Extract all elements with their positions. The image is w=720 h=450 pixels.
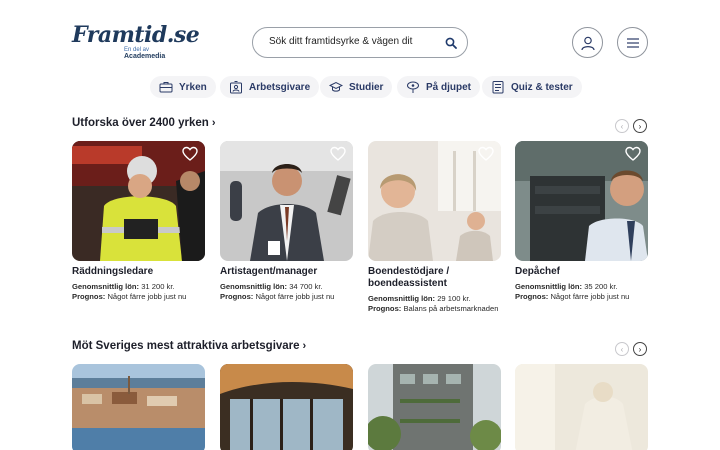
career-title: Depåchef [515,266,561,277]
career-image [515,141,648,261]
chevron-right-icon: › [638,121,642,131]
career-title: Räddningsledare [72,266,154,277]
salary-label: Genomsnittlig lön: [515,282,583,291]
carousel-prev-button[interactable]: ‹ [615,119,629,133]
menu-button[interactable] [617,27,648,58]
search-input[interactable] [269,36,439,47]
heart-icon[interactable] [182,146,198,162]
employer-card-image[interactable] [515,364,648,450]
career-card[interactable]: Depåchef Genomsnittlig lön: 35 200 kr. P… [515,141,648,302]
heart-icon[interactable] [330,146,346,162]
heart-icon[interactable] [625,146,641,162]
career-card[interactable]: Artistagent/manager Genomsnittlig lön: 3… [220,141,353,302]
graduation-cap-icon [329,81,343,92]
salary-value: 35 200 kr. [584,282,618,291]
salary-value: 29 100 kr. [437,294,471,303]
career-card[interactable]: Boendestödjare / boendeassistent Genomsn… [368,141,501,314]
user-icon [580,36,595,50]
salary-value: 34 700 kr. [289,282,323,291]
prognos-label: Prognos: [368,304,402,313]
career-description: Genomsnittlig lön: 34 700 kr. Prognos: N… [220,282,353,302]
career-card[interactable]: Räddningsledare Genomsnittlig lön: 31 20… [72,141,205,302]
site-logo[interactable]: Framtid.se En del av Academedia [72,22,200,62]
insight-icon [407,81,419,93]
career-description: Genomsnittlig lön: 31 200 kr. Prognos: N… [72,282,205,302]
salary-value: 31 200 kr. [141,282,175,291]
career-description: Genomsnittlig lön: 29 100 kr. Prognos: B… [368,294,501,314]
prognos-value: Något färre jobb just nu [107,292,187,301]
section-title-text: Utforska över 2400 yrken [72,117,209,129]
chevron-right-icon: › [302,340,307,352]
briefcase-icon [159,82,173,93]
nav-studier[interactable]: Studier [320,76,393,98]
section-arbetsgivare-title[interactable]: Möt Sveriges mest attraktiva arbetsgivar… [72,340,306,352]
nav-label: Quiz & tester [511,81,573,93]
carousel-next-button[interactable]: › [633,119,647,133]
salary-label: Genomsnittlig lön: [72,282,140,291]
logo-owner: Academedia [124,53,166,60]
nav-pa-djupet[interactable]: På djupet [397,76,481,98]
nav-label: Studier [349,81,384,93]
chevron-right-icon: › [638,344,642,354]
nav-label: Yrken [179,81,207,93]
prognos-label: Prognos: [515,292,549,301]
chevron-left-icon: ‹ [620,121,624,131]
section-title-text: Möt Sveriges mest attraktiva arbetsgivar… [72,340,300,352]
career-image [220,141,353,261]
prognos-label: Prognos: [220,292,254,301]
nav-arbetsgivare[interactable]: Arbetsgivare [220,76,320,98]
chevron-right-icon: › [211,117,216,129]
search-icon[interactable] [445,37,457,49]
heart-icon[interactable] [478,146,494,162]
chevron-left-icon: ‹ [620,344,624,354]
nav-label: På djupet [426,81,472,93]
career-description: Genomsnittlig lön: 35 200 kr. Prognos: N… [515,282,648,302]
employer-card-image[interactable] [220,364,353,450]
logo-wordmark: Framtid.se [72,22,200,48]
account-button[interactable] [572,27,603,58]
prognos-value: Något färre jobb just nu [255,292,335,301]
carousel-next-button[interactable]: › [633,342,647,356]
hamburger-menu-icon [626,37,639,48]
prognos-value: Något färre jobb just nu [550,292,630,301]
carousel-prev-button[interactable]: ‹ [615,342,629,356]
career-image [72,141,205,261]
career-title: Boendestödjare / boendeassistent [368,266,450,289]
salary-label: Genomsnittlig lön: [220,282,288,291]
prognos-value: Balans på arbetsmarknaden [403,304,499,313]
nav-yrken[interactable]: Yrken [150,76,216,98]
career-title: Artistagent/manager [220,266,318,277]
salary-label: Genomsnittlig lön: [368,294,436,303]
section-yrken-title[interactable]: Utforska över 2400 yrken › [72,117,215,129]
prognos-label: Prognos: [72,292,106,301]
nav-label: Arbetsgivare [249,81,311,93]
employer-badge-icon [230,81,242,94]
checklist-icon [492,81,504,94]
nav-quiz-tester[interactable]: Quiz & tester [482,76,582,98]
search-bar [252,27,468,58]
career-image [368,141,501,261]
employer-card-image[interactable] [368,364,501,450]
employer-card-image[interactable] [72,364,205,450]
